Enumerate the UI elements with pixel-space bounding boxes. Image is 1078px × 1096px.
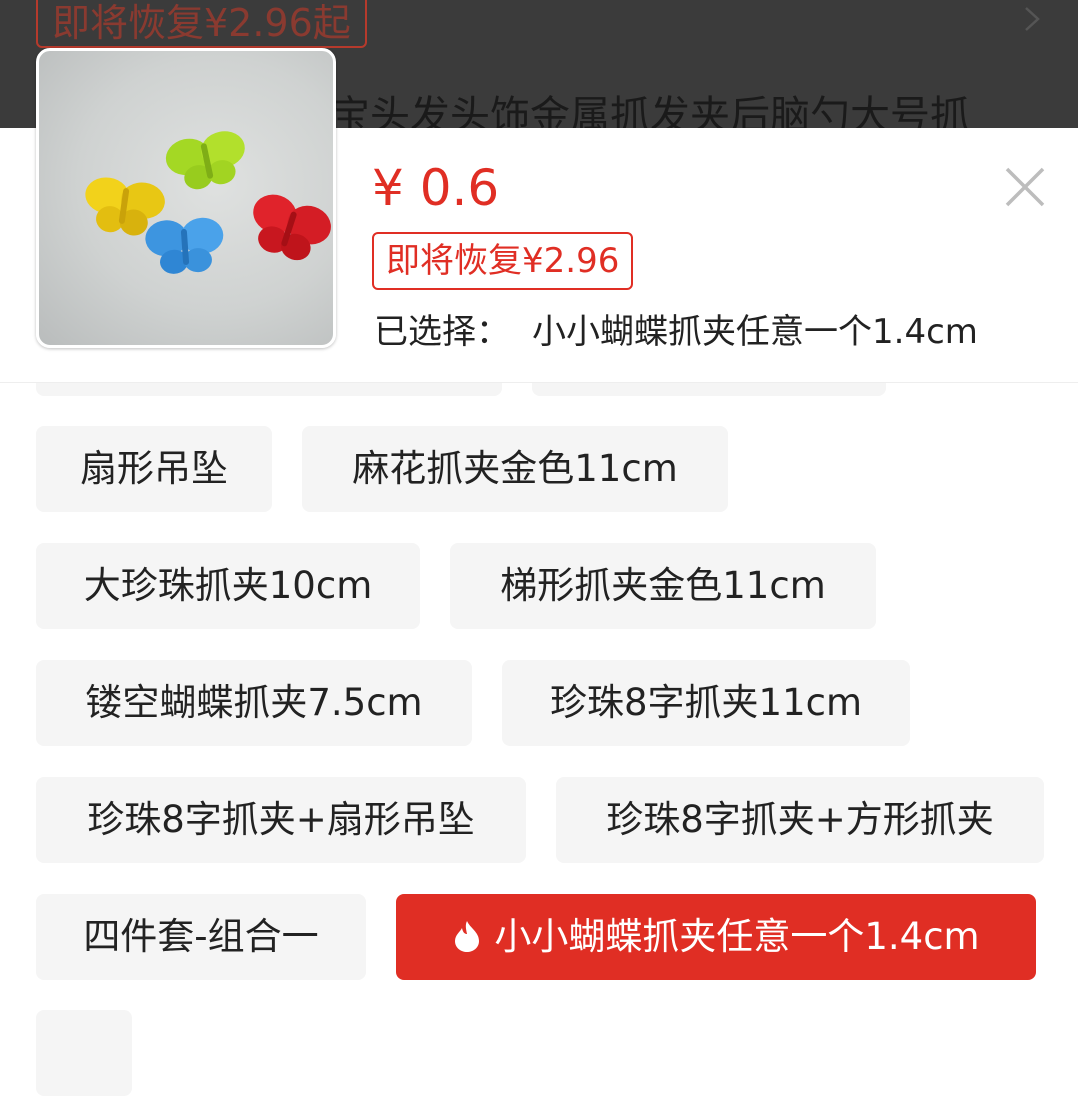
chevron-right-icon [1025, 7, 1040, 31]
selected-summary: 已选择： 小小蝴蝶抓夹任意一个1.4cm [374, 304, 978, 360]
fire-icon [455, 920, 480, 952]
option-chip[interactable]: 珍珠8字抓夹+扇形吊坠 [36, 777, 526, 863]
price: ¥ 0.6 [372, 159, 500, 217]
option-chip[interactable]: 珍珠8字抓夹+方形抓夹 [556, 777, 1044, 863]
product-image [85, 131, 331, 274]
option-label: 四件套-组合一 [83, 915, 319, 958]
option-label: 麻花抓夹金色11cm [352, 447, 678, 490]
option-label: 珍珠8字抓夹+方形抓夹 [606, 798, 994, 841]
option-chip[interactable]: 镂空蝴蝶抓夹7.5cm [36, 660, 472, 746]
close-icon[interactable] [1000, 162, 1050, 212]
option-chip-selected[interactable]: 小小蝴蝶抓夹任意一个1.4cm [396, 894, 1036, 980]
selected-value: 小小蝴蝶抓夹任意一个1.4cm [532, 312, 978, 352]
option-label: 大珍珠抓夹10cm [83, 564, 373, 607]
option-label: 珍珠8字抓夹+扇形吊坠 [87, 798, 475, 841]
background-promo-tag: 即将恢复¥2.96起 [36, 0, 367, 48]
option-label: 梯形抓夹金色11cm [500, 564, 826, 607]
option-chip[interactable]: 麻花抓夹金色11cm [302, 426, 728, 512]
option-chip-partial[interactable] [36, 1010, 132, 1096]
option-chip[interactable]: 梯形抓夹金色11cm [450, 543, 876, 629]
selected-label: 已选择： [374, 312, 510, 352]
option-chip[interactable]: 扇形吊坠 [36, 426, 272, 512]
restore-price-tag: 即将恢复¥2.96 [372, 232, 634, 290]
option-label: 珍珠8字抓夹11cm [549, 681, 862, 724]
product-thumbnail[interactable] [36, 48, 336, 348]
option-label: 扇形吊坠 [80, 447, 228, 490]
option-list: 扇形吊坠 麻花抓夹金色11cm 大珍珠抓夹10cm 梯形抓夹金色11cm 镂空蝴… [0, 342, 1078, 1096]
option-label: 镂空蝴蝶抓夹7.5cm [85, 681, 423, 724]
option-label: 小小蝴蝶抓夹任意一个1.4cm [494, 915, 980, 958]
option-chip[interactable]: 大珍珠抓夹10cm [36, 543, 420, 629]
option-chip[interactable]: 四件套-组合一 [36, 894, 366, 980]
background-product-title: 宝头发头饰金属抓发夹后脑勺大号抓 [330, 93, 970, 128]
option-chip[interactable]: 珍珠8字抓夹11cm [502, 660, 910, 746]
